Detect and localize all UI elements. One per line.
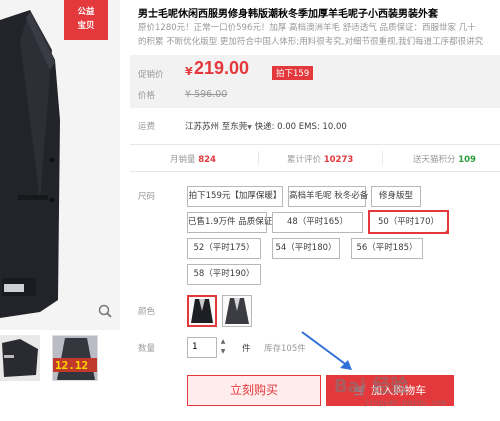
size-option-selected[interactable]: 50（平时170） [368, 210, 449, 234]
reviews-label: 累计评价 [287, 155, 322, 165]
ship-to-location[interactable]: 东莞 [230, 122, 247, 132]
divider [382, 151, 383, 165]
monthly-sales-value: 824 [198, 155, 216, 165]
divider [258, 151, 259, 165]
quantity-unit: 件 [242, 344, 251, 354]
color-swatch-grey[interactable] [222, 295, 252, 327]
points-value: 109 [458, 155, 476, 165]
color-swatch-black[interactable] [187, 295, 217, 327]
product-detail-panel: 男士毛呢休闲西服男修身韩版潮秋冬季加厚羊毛呢子小西装男装外套 原价1280元！正… [130, 0, 500, 421]
price-box: 促销价 ¥ 219.00 拍下159 价格 ¥ 596.00 [130, 55, 500, 108]
promo-price-label: 促销价 [138, 70, 164, 80]
quantity-input[interactable]: 1 [187, 337, 217, 358]
add-to-cart-label: 加入购物车 [371, 384, 427, 397]
total-reviews[interactable]: 累计评价 10273 [287, 153, 353, 165]
size-option[interactable]: 已售1.9万件 品质保证 [187, 212, 272, 233]
quantity-stepper[interactable]: ▲ ▼ [218, 337, 228, 358]
tmall-points: 送天猫积分 109 [413, 153, 476, 165]
size-option[interactable]: 58（平时190） [187, 264, 261, 285]
quantity-label: 数量 [138, 344, 156, 354]
thumbnail-strip: 12.12 [0, 335, 124, 385]
charity-badge: 公益 宝贝 [64, 0, 108, 40]
size-option[interactable]: 48（平时165） [272, 212, 363, 233]
thumbnail-promo-text: 12.12 [55, 359, 89, 372]
shipping-fees: 快递: 0.00 EMS: 10.00 [254, 122, 347, 132]
shipping-row: 运费 江苏苏州 至东莞▼ 快递: 0.00 EMS: 10.00 [130, 117, 500, 137]
points-label: 送天猫积分 [413, 155, 456, 165]
annotation-arrow-icon [301, 331, 352, 370]
size-option[interactable]: 54（平时180） [272, 238, 340, 259]
subtitle-line-2: 的积累 不断优化版型 更加符合中国人体形;用料很考究,对细节很重视,我们每道工序… [138, 37, 484, 47]
product-gallery: 公益 宝贝 12.12 [0, 0, 124, 421]
monthly-sales: 月销量 824 [170, 153, 216, 165]
original-price: ¥ 596.00 [185, 89, 228, 100]
chevron-up-icon[interactable]: ▲ [218, 337, 228, 347]
promo-price: 219.00 [194, 58, 250, 78]
size-option[interactable]: 52（平时175） [187, 238, 261, 259]
badge-line-1: 公益 [77, 7, 95, 17]
add-to-cart-button[interactable]: 🛒 加入购物车 [326, 375, 454, 406]
ship-to-prefix: 至 [221, 122, 231, 132]
size-option[interactable]: 高档羊毛呢 秋冬必备 [288, 186, 368, 207]
size-option[interactable]: 修身版型 [371, 186, 421, 207]
promo-tag: 拍下159 [272, 66, 314, 80]
currency-symbol: ¥ [185, 65, 193, 78]
sales-stats: 月销量 824 累计评价 10273 送天猫积分 109 [130, 144, 500, 172]
shipping-info: 江苏苏州 至东莞▼ 快递: 0.00 EMS: 10.00 [185, 120, 347, 132]
size-label: 尺码 [138, 192, 156, 202]
main-product-image[interactable] [0, 0, 120, 330]
badge-line-2: 宝贝 [77, 21, 95, 31]
original-price-label: 价格 [138, 91, 156, 101]
subtitle-line-1: 原价1280元！正常一口价596元！加厚 高档澳洲羊毛 舒适透气 品质保证：西服… [138, 23, 476, 33]
size-option[interactable]: 56（平时185） [351, 238, 423, 259]
size-option[interactable]: 拍下159元【加厚保暖】 [187, 186, 283, 207]
cart-icon: 🛒 [353, 384, 368, 397]
reviews-value: 10273 [323, 155, 354, 165]
shipping-label: 运费 [138, 122, 156, 132]
zoom-icon[interactable] [98, 304, 112, 318]
thumbnail-image[interactable]: 12.12 [52, 335, 98, 381]
chevron-down-icon[interactable]: ▼ [247, 124, 252, 131]
buy-now-button[interactable]: 立刻购买 [187, 375, 321, 406]
monthly-sales-label: 月销量 [170, 155, 196, 165]
ship-from: 江苏苏州 [185, 122, 220, 132]
color-label: 颜色 [138, 307, 156, 317]
product-subtitle: 原价1280元！正常一口价596元！加厚 高档澳洲羊毛 舒适透气 品质保证：西服… [138, 21, 500, 49]
chevron-down-icon[interactable]: ▼ [218, 347, 228, 357]
product-title: 男士毛呢休闲西服男修身韩版潮秋冬季加厚羊毛呢子小西装男装外套 [138, 9, 438, 20]
thumbnail-image[interactable] [0, 335, 40, 381]
